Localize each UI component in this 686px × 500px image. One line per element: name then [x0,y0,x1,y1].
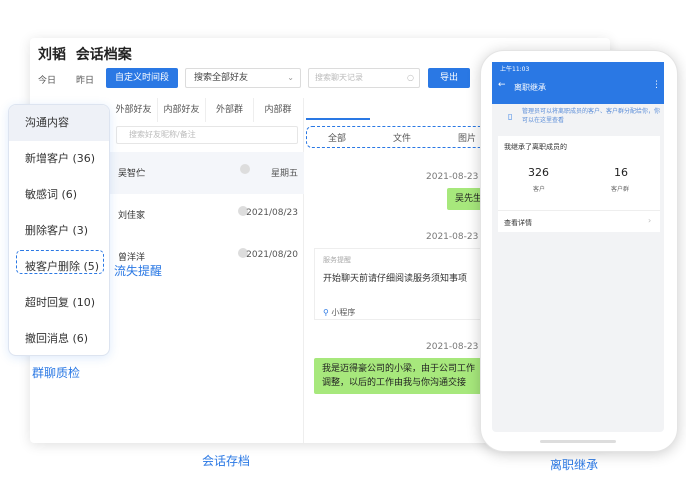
phone-status-time: 上午11:03 [500,66,530,73]
tab-internal-friends[interactable]: 内部好友 [158,98,206,122]
card-body: 开始聊天前请仔细阅读服务须知事项 [323,274,468,284]
chevron-down-icon: ⌄ [287,73,294,82]
contact-item[interactable]: 吴智伫 星期五 [110,152,304,194]
panel-item[interactable]: 撤回消息 (6) [9,321,109,355]
chat-tab-indicator [306,118,370,120]
session-archive-label: 会话存档 [202,454,251,468]
phone-home-indicator [540,440,616,443]
lost-reminder-label: 流失提醒 [114,264,163,278]
highlight-box [16,250,104,274]
chat-bubble: 我是迈得豪公司的小梁，由于公司工作调整，以后的工作由我与你沟通交接 [314,358,490,394]
customers-label: 客户 [533,186,546,193]
check-icon [240,164,250,174]
divider [498,210,660,211]
left-panel: 沟通内容 新增客户 (36) 敏感词 (6) 删除客户 (3) 被客户删除 (5… [8,104,110,356]
card-header: 服务提醒 [323,256,351,264]
more-icon[interactable]: ⋮ [652,80,661,90]
customers-count: 326 [528,166,549,179]
archive-title: 会话档案 [75,47,132,63]
contact-date: 星期五 [270,169,298,179]
search-icon: ○ [407,73,414,82]
contact-date: 2021/08/20 [246,250,298,260]
friend-select[interactable]: 搜索全部好友 ⌄ [185,68,301,88]
tab-external-groups[interactable]: 外部群 [206,98,254,122]
contact-name: 吴智伫 [118,169,146,179]
yesterday-button[interactable]: 昨日 [76,73,94,86]
panel-item[interactable]: 敏感词 (6) [9,177,109,213]
panel-item[interactable]: 超时回复 (10) [9,285,109,321]
view-detail-link[interactable]: 查看详情 [504,218,532,228]
chat-search-input[interactable]: 搜索聊天记录 ○ [308,68,420,88]
tab-internal-groups[interactable]: 内部群 [254,98,302,122]
miniprogram-card[interactable]: 服务提醒 开始聊天前请仔细阅读服务须知事项 ⚲ 小程序 [314,248,490,320]
groups-count: 16 [614,166,628,179]
contact-date: 2021/08/23 [246,208,298,218]
phone-title: 离职继承 [514,83,546,92]
card-footer-label: 小程序 [331,308,356,317]
phone-nav-bar [492,420,664,432]
tab-external-friends[interactable]: 外部好友 [110,98,158,122]
chat-search-placeholder: 搜索聊天记录 [315,73,363,82]
panel-item[interactable]: 沟通内容 [9,105,109,141]
resign-inherit-label: 离职继承 [550,458,599,472]
chat-tab-images[interactable]: 图片 [458,131,476,144]
inherit-card-title: 我继承了离职成员的 [504,143,567,151]
contact-search-input[interactable]: 搜索好友昵称/备注 [116,126,298,144]
message-date: 2021-08-23 [426,232,479,242]
today-button[interactable]: 今日 [38,73,56,86]
groups-label: 客户群 [611,186,630,193]
card-footer: ⚲ 小程序 [323,307,355,318]
panel-item[interactable]: 新增客户 (36) [9,141,109,177]
export-button[interactable]: 导出 [428,68,470,88]
chat-tab-all[interactable]: 全部 [328,131,346,144]
link-icon: ⚲ [323,308,329,317]
message-date: 2021-08-23 [426,342,479,352]
contact-name: 刘佳家 [118,211,146,221]
phone-notice-text: 管理员可以将离职成员的客户、客户群分配给你，你可以在这里查看 [522,108,661,124]
phone-notice: ▯ 管理员可以将离职成员的客户、客户群分配给你，你可以在这里查看 [496,106,660,132]
panel-item[interactable]: 删除客户 (3) [9,213,109,249]
chevron-right-icon: › [648,216,652,225]
user-name: 刘韬 [38,47,66,63]
message-date: 2021-08-23 [426,172,479,182]
page-title: 刘韬 会话档案 [38,44,132,64]
chat-tab-files[interactable]: 文件 [393,131,411,144]
contact-item[interactable]: 刘佳家 2021/08/23 [110,194,304,236]
custom-range-button[interactable]: 自定义时间段 [106,68,178,88]
group-quality-label: 群聊质检 [32,366,81,380]
back-arrow-icon[interactable]: ← [498,80,506,90]
friend-select-value: 搜索全部好友 [194,73,249,83]
document-icon: ▯ [508,112,513,121]
